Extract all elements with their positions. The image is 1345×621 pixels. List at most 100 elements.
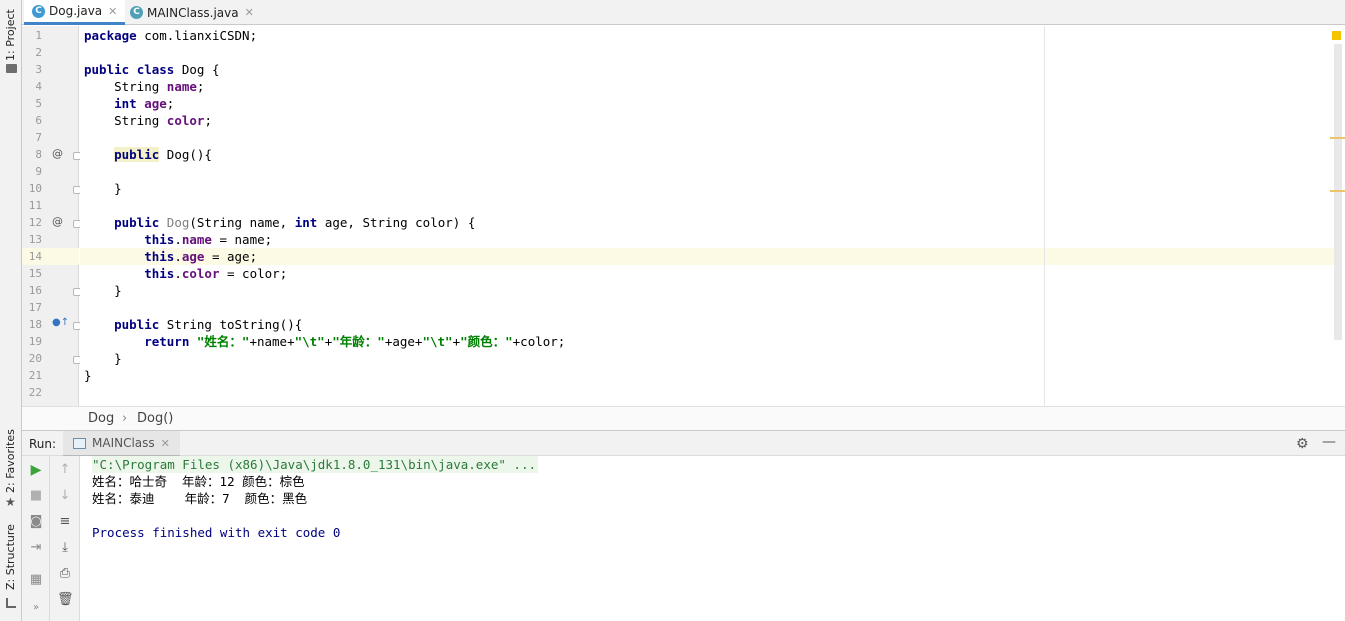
gear-icon[interactable]: ⚙ — [1296, 436, 1309, 452]
line-number: 22 — [28, 386, 42, 399]
structure-icon — [6, 598, 16, 608]
warning-stripe-marker[interactable] — [1330, 137, 1345, 139]
favorites-tab-label: 2: Favorites — [4, 429, 17, 493]
close-icon[interactable]: ✕ — [108, 5, 117, 18]
star-icon: ★ — [5, 495, 16, 509]
code-line-1: package com.lianxiCSDN; — [84, 27, 257, 44]
line-number: 11 — [28, 199, 42, 212]
more-icon[interactable]: » — [28, 600, 44, 616]
string-literal: "\t" — [294, 334, 325, 349]
string-literal: "颜色：" — [460, 334, 513, 349]
implements-marker-icon[interactable]: @ — [52, 215, 63, 228]
field-name: color — [166, 113, 205, 128]
string-literal: "姓名：" — [196, 334, 250, 349]
line-number: 16 — [28, 284, 42, 297]
line-number: 2 — [35, 46, 42, 59]
code-text: ; — [196, 79, 205, 94]
line-number: 17 — [28, 301, 42, 314]
layout-icon[interactable]: ▦ — [28, 572, 44, 588]
rerun-icon[interactable]: ▶ — [28, 462, 44, 478]
print-icon[interactable]: ⎙ — [57, 566, 73, 582]
line-number: 14 — [28, 250, 42, 263]
inspection-status-icon[interactable] — [1332, 31, 1341, 40]
console-output[interactable]: "C:\Program Files (x86)\Java\jdk1.8.0_13… — [80, 456, 1345, 621]
line-number: 19 — [28, 335, 42, 348]
code-text: Dog(){ — [159, 147, 212, 162]
field-name: name — [181, 232, 212, 247]
editor-gutter[interactable]: 1 2 3 4 5 6 7 8 9 10 11 12 13 14 15 16 1… — [22, 26, 81, 406]
line-number: 10 — [28, 182, 42, 195]
console-exit-line: Process finished with exit code 0 — [92, 525, 341, 540]
field-name: name — [166, 79, 197, 94]
keyword: public — [84, 317, 160, 332]
run-config-icon — [73, 437, 86, 449]
breadcrumb: Dog › Dog() — [22, 406, 1345, 430]
code-line-6: String color; — [84, 112, 212, 129]
code-line-10: } — [84, 181, 122, 196]
code-line-18: public String toString(){ — [84, 316, 302, 333]
code-editor[interactable]: package com.lianxiCSDN; public class Dog… — [80, 26, 1335, 406]
field-name: age — [181, 249, 205, 264]
line-number: 1 — [35, 29, 42, 42]
code-text: String toString(){ — [159, 317, 303, 332]
run-panel-header: Run: MAINClass ✕ ⚙ — — [22, 430, 1345, 457]
tab-mainclass-java[interactable]: C MAINClass.java ✕ — [122, 0, 262, 25]
restore-layout-icon[interactable]: ⇥ — [28, 540, 44, 556]
keyword: int — [84, 96, 137, 111]
code-text: com.lianxiCSDN; — [136, 28, 258, 43]
tab-dog-java[interactable]: C Dog.java ✕ — [24, 0, 126, 25]
keyword: return — [84, 334, 190, 349]
line-number: 18 — [28, 318, 42, 331]
run-tab-mainclass[interactable]: MAINClass ✕ — [63, 431, 180, 457]
line-number: 3 — [35, 63, 42, 76]
console-command-line: "C:\Program Files (x86)\Java\jdk1.8.0_13… — [92, 456, 539, 473]
breadcrumb-class[interactable]: Dog — [88, 411, 114, 426]
minimize-icon[interactable]: — — [1322, 434, 1336, 450]
code-line-12: public Dog(String name, int age, String … — [84, 214, 475, 231]
line-number: 7 — [35, 131, 42, 144]
string-literal: "年龄：" — [332, 334, 385, 349]
console-output-line: 姓名：哈士奇 年龄：12 颜色：棕色 — [92, 474, 305, 489]
arrow-down-icon[interactable]: ↓ — [57, 488, 73, 504]
keyword: this — [84, 249, 175, 264]
code-line-15: this.color = color; — [84, 266, 288, 281]
code-line-13: this.name = name; — [84, 232, 273, 247]
vertical-scrollbar[interactable] — [1334, 44, 1342, 340]
console-output-line: 姓名：泰迪 年龄：7 颜色：黑色 — [92, 491, 308, 506]
trash-icon[interactable]: 🗑 — [57, 592, 74, 608]
line-number: 15 — [28, 267, 42, 280]
arrow-up-icon[interactable]: ↑ — [57, 462, 73, 478]
override-marker-icon[interactable]: ●↑ — [52, 317, 69, 328]
code-text: = name; — [211, 232, 273, 247]
code-text: +color; — [512, 334, 566, 349]
warning-stripe-marker[interactable] — [1330, 190, 1345, 192]
code-line-4: String name; — [84, 78, 204, 95]
code-text: String — [84, 113, 167, 128]
scroll-to-end-icon[interactable]: ⤓ — [57, 540, 73, 556]
caret-line-highlight — [80, 248, 1335, 265]
keyword: public — [84, 215, 160, 230]
breadcrumb-method[interactable]: Dog() — [137, 411, 173, 426]
soft-wrap-icon[interactable]: ≡ — [57, 514, 73, 530]
code-text: Dog { — [174, 62, 220, 77]
tab-label: Dog.java — [49, 4, 103, 18]
field-name: age — [144, 96, 167, 111]
keyword: public — [84, 62, 130, 77]
keyword: int — [294, 215, 318, 230]
code-line-14: this.age = age; — [84, 249, 258, 264]
code-text: +age+ — [384, 334, 423, 349]
keyword: public — [114, 147, 160, 162]
stop-icon[interactable]: ■ — [28, 488, 44, 504]
line-number: 4 — [35, 80, 42, 93]
keyword: class — [136, 62, 175, 77]
structure-tab-label: Z: Structure — [4, 524, 17, 590]
code-line-20: } — [84, 351, 122, 366]
keyword: this — [84, 266, 175, 281]
implements-marker-icon[interactable]: @ — [52, 147, 63, 160]
camera-icon[interactable]: ◙ — [28, 514, 44, 530]
close-icon[interactable]: ✕ — [245, 6, 254, 19]
close-icon[interactable]: ✕ — [161, 437, 170, 450]
code-line-21: } — [84, 368, 92, 383]
left-tool-strip: 1: Project 2: Favorites ★ Z: Structure — [0, 0, 22, 621]
structure-tool-tab[interactable]: Z: Structure — [1, 524, 21, 605]
